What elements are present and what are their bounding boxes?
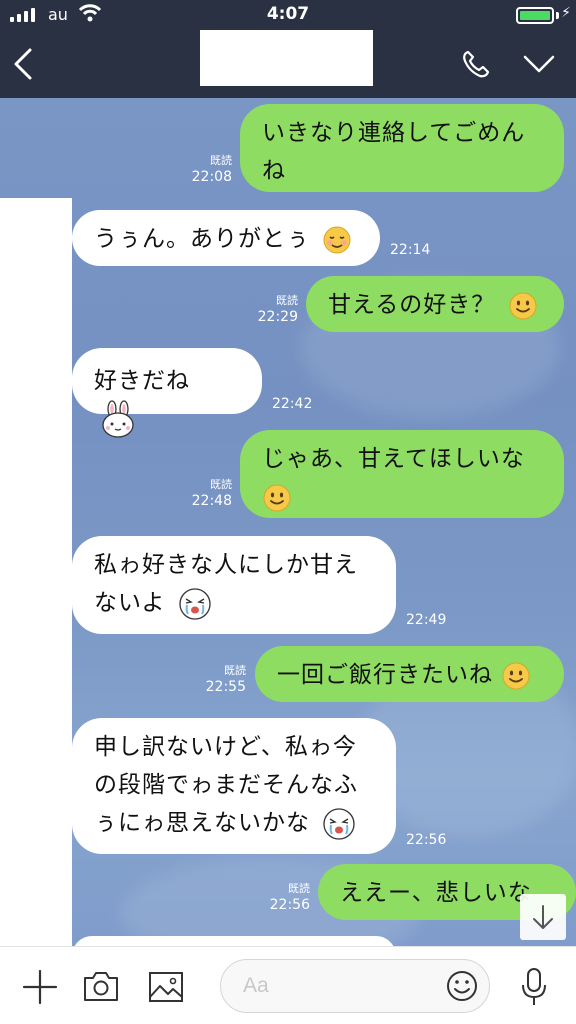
message-meta: 既読 22:56 — [270, 880, 310, 914]
message-text: いきなり連絡してごめん — [262, 120, 526, 146]
read-receipt: 既読 — [210, 478, 232, 491]
message-time: 22:14 — [390, 242, 431, 258]
message-meta: 既読 22:29 — [258, 292, 298, 326]
status-bar: au 4:07 ⚡ — [0, 0, 576, 30]
message-time: 22:55 — [205, 679, 246, 695]
message-bubble-outgoing[interactable]: 一回ご飯行きたいね — [255, 646, 564, 702]
crying-face-emoji-icon — [179, 587, 211, 620]
camera-icon[interactable] — [82, 969, 120, 1003]
message-bubble-incoming[interactable]: 好きだね — [72, 348, 262, 438]
scroll-to-bottom-button[interactable] — [520, 894, 566, 940]
message-bubble-incoming[interactable]: 申し訳ないけど、私ゎ今 の段階でゎまだそんなふ ぅにゎ思えないかな — [72, 718, 396, 854]
message-text: 私ゎ好きな人にしか甘え — [94, 552, 358, 578]
contact-name-redacted — [200, 30, 373, 86]
smile-emoji-icon — [509, 292, 537, 319]
message-time: 22:49 — [406, 612, 447, 628]
message-text: ね — [262, 158, 286, 184]
message-bubble-incoming[interactable]: うぅん。ありがとぅ — [72, 210, 380, 266]
smile-emoji-icon — [502, 662, 530, 689]
back-button[interactable] — [8, 44, 40, 84]
message-meta: 22:56 — [406, 832, 446, 849]
message-text: 甘えるの好き？ — [328, 292, 496, 318]
message-meta: 22:42 — [272, 396, 312, 413]
message-input-bar: Aa — [0, 946, 576, 1024]
message-text: ぅにゎ思えないかな — [94, 810, 310, 836]
read-receipt: 既読 — [288, 882, 310, 895]
message-meta: 既読 22:55 — [206, 662, 246, 696]
battery-nub — [556, 12, 559, 19]
message-time: 22:56 — [406, 832, 447, 848]
phone-call-button[interactable] — [460, 48, 492, 80]
message-meta: 既読 22:08 — [192, 152, 232, 186]
image-gallery-icon[interactable] — [148, 971, 184, 1003]
message-text: の段階でゎまだそんなふ — [94, 772, 358, 798]
message-bubble-incoming-partial[interactable] — [72, 936, 396, 946]
chat-messages-area[interactable]: いきなり連絡してごめん ね 既読 22:08 うぅん。ありがとぅ 22:14 甘… — [0, 98, 576, 946]
read-receipt: 既読 — [224, 664, 246, 677]
message-input-placeholder: Aa — [243, 974, 269, 997]
message-text: ないよ — [94, 590, 166, 616]
chevron-down-icon[interactable] — [522, 52, 556, 76]
message-meta: 22:49 — [406, 612, 446, 629]
battery-icon — [516, 7, 554, 24]
read-receipt: 既読 — [210, 154, 232, 167]
redaction-block — [0, 198, 72, 946]
clock: 4:07 — [266, 4, 310, 24]
emoji-picker-icon[interactable] — [445, 969, 479, 1003]
crying-face-emoji-icon — [323, 807, 355, 840]
message-bubble-outgoing[interactable]: いきなり連絡してごめん ね — [240, 104, 564, 192]
message-bubble-outgoing[interactable]: 甘えるの好き？ — [306, 276, 564, 332]
message-text: 申し訳ないけど、私ゎ今 — [94, 734, 357, 760]
message-text: じゃあ、甘えてほしいな — [262, 446, 525, 472]
message-time: 22:48 — [191, 493, 232, 509]
message-time: 22:29 — [257, 309, 298, 325]
message-bubble-incoming[interactable]: 私ゎ好きな人にしか甘え ないよ — [72, 536, 396, 634]
chat-header — [0, 30, 576, 98]
message-text: 一回ご飯行きたいね — [277, 662, 493, 688]
bunny-sticker-emoji-icon — [102, 400, 134, 438]
microphone-icon[interactable] — [520, 967, 548, 1007]
message-text: ええー、悲しいな — [340, 880, 532, 906]
plus-icon[interactable] — [22, 969, 58, 1005]
message-time: 22:56 — [269, 897, 310, 913]
read-receipt: 既読 — [276, 294, 298, 307]
smile-emoji-icon — [263, 484, 291, 511]
message-text: 好きだね — [94, 368, 190, 394]
message-bubble-outgoing[interactable]: じゃあ、甘えてほしいな — [240, 430, 564, 518]
message-text: うぅん。ありがとぅ — [94, 226, 310, 252]
message-input[interactable]: Aa — [220, 959, 490, 1013]
relieved-emoji-icon — [323, 226, 351, 253]
message-meta: 既読 22:48 — [192, 476, 232, 510]
message-time: 22:42 — [272, 396, 313, 412]
charging-icon: ⚡ — [561, 5, 571, 21]
message-meta: 22:14 — [390, 242, 430, 259]
message-time: 22:08 — [191, 169, 232, 185]
